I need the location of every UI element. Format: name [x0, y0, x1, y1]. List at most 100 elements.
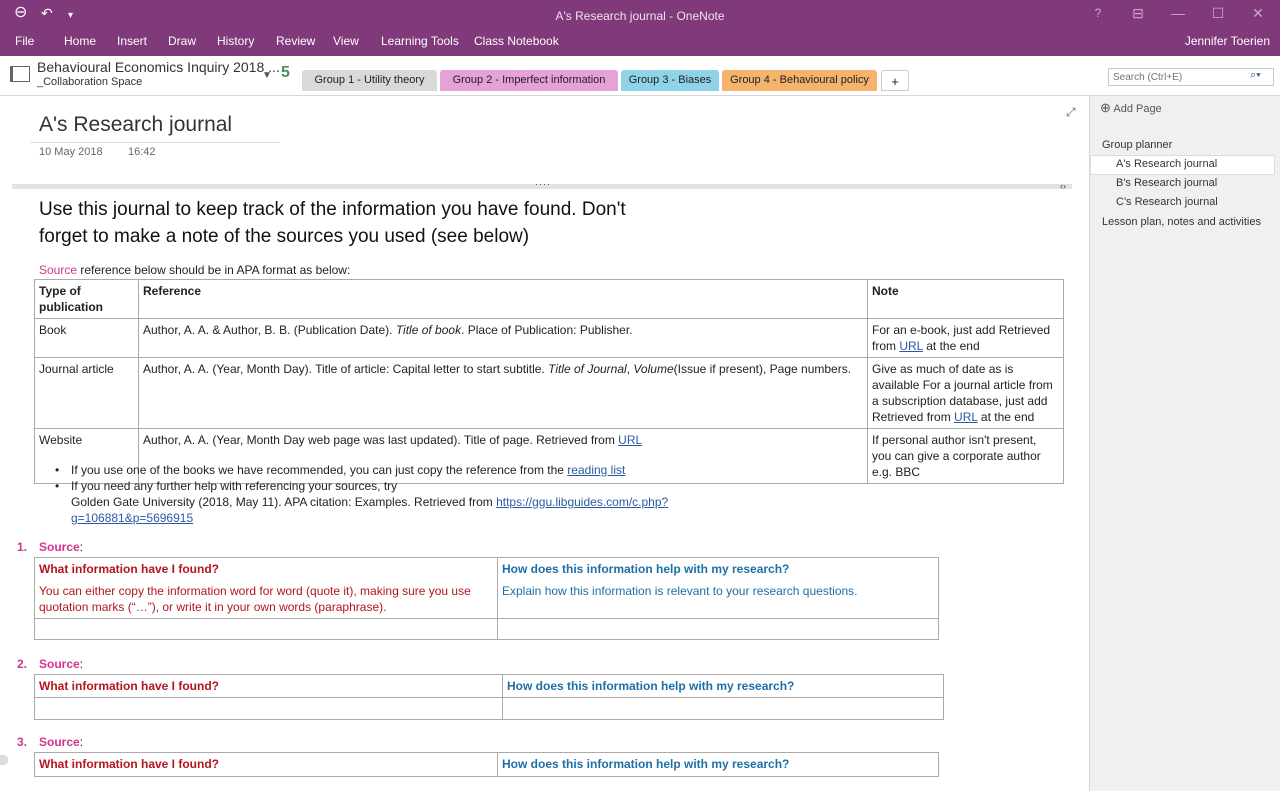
ribbon-display-icon[interactable]: ⊟ [1123, 5, 1153, 22]
reading-list-link[interactable]: reading list [567, 463, 625, 477]
how-help-heading: How does this information help with my r… [502, 562, 790, 576]
page-time: 16:42 [128, 146, 156, 158]
search-icon[interactable]: ⌕▾ [1250, 69, 1261, 82]
how-help-heading: How does this information help with my r… [502, 757, 790, 771]
ref-text: Author, A. A. & Author, B. B. (Publicati… [143, 323, 396, 337]
url-link[interactable]: URL [954, 410, 978, 424]
close-icon[interactable]: ✕ [1243, 5, 1273, 22]
source-1-left-cell[interactable]: What information have I found? You can e… [34, 557, 498, 619]
menu-learning-tools[interactable]: Learning Tools [381, 34, 459, 48]
source-2-left-cell[interactable]: What information have I found? [34, 674, 503, 698]
page-a-research-journal[interactable]: A's Research journal [1116, 158, 1217, 170]
tab-group-4[interactable]: Group 4 - Behavioural policy [722, 70, 877, 91]
page-lesson-plan[interactable]: Lesson plan, notes and activities [1102, 216, 1261, 228]
menu-review[interactable]: Review [276, 34, 315, 48]
source-2-right-cell[interactable]: How does this information help with my r… [502, 674, 944, 698]
add-section-button[interactable]: + [881, 70, 909, 91]
page-c-research-journal[interactable]: C's Research journal [1116, 196, 1218, 208]
menu-view[interactable]: View [333, 34, 359, 48]
cell-note-website[interactable]: If personal author isn't present, you ca… [867, 428, 1064, 484]
cell-type-book[interactable]: Book [34, 318, 139, 358]
table-row: Book Author, A. A. & Author, B. B. (Publ… [34, 318, 1064, 358]
source-1-left-empty[interactable] [34, 618, 498, 640]
source-1-right-empty[interactable] [497, 618, 939, 640]
sync-badge[interactable]: 5 [281, 64, 290, 82]
bullet-icon: • [55, 479, 60, 493]
cell-ref-journal[interactable]: Author, A. A. (Year, Month Day). Title o… [138, 357, 868, 429]
source-number: 3. [17, 735, 28, 749]
note-container-handle[interactable]: ···· [12, 179, 1072, 189]
ref-italic: Volume [633, 362, 674, 376]
page-b-research-journal[interactable]: B's Research journal [1116, 177, 1217, 189]
source-2-right-empty[interactable] [502, 697, 944, 720]
full-page-view-icon[interactable]: ⤢ [1066, 105, 1076, 120]
page-title[interactable]: A's Research journal [39, 113, 232, 137]
list-item[interactable]: • If you use one of the books we have re… [55, 462, 755, 478]
tab-group-2[interactable]: Group 2 - Imperfect information [440, 70, 618, 91]
notebook-name[interactable]: Behavioural Economics Inquiry 2018 ... [37, 59, 280, 75]
url-link[interactable]: URL [618, 433, 642, 447]
header-note[interactable]: Note [867, 279, 1064, 319]
bullet-icon: • [55, 463, 60, 477]
menu-class-notebook[interactable]: Class Notebook [474, 34, 559, 48]
cell-note-book[interactable]: For an e-book, just add Retrieved from U… [867, 318, 1064, 358]
add-page-label: Add Page [1113, 103, 1162, 115]
page-group-planner[interactable]: Group planner [1102, 139, 1172, 151]
what-found-heading: What information have I found? [39, 679, 219, 693]
cell-ref-book[interactable]: Author, A. A. & Author, B. B. (Publicati… [138, 318, 868, 358]
source-3-left-cell[interactable]: What information have I found? [34, 752, 498, 777]
source-3-right-cell[interactable]: How does this information help with my r… [497, 752, 939, 777]
source-note-rest: reference below should be in APA format … [77, 263, 351, 277]
source-1-label[interactable]: 1. Source: [17, 540, 83, 554]
source-1-right-cell[interactable]: How does this information help with my r… [497, 557, 939, 619]
menu-home[interactable]: Home [64, 34, 96, 48]
bullet-text: Golden Gate University (2018, May 11). A… [71, 495, 497, 509]
source-1-table[interactable]: What information have I found? You can e… [34, 557, 939, 640]
header-reference[interactable]: Reference [138, 279, 868, 319]
resize-arrows-icon[interactable]: ‹› [1060, 181, 1066, 191]
title-underline [30, 142, 280, 143]
add-page-button[interactable]: ⊕ Add Page [1100, 100, 1162, 116]
help-button[interactable]: ? [1083, 6, 1113, 20]
source-word: Source [39, 735, 80, 749]
source-3-label[interactable]: 3. Source: [17, 735, 83, 749]
source-2-table[interactable]: What information have I found? How does … [34, 674, 944, 720]
list-item[interactable]: • If you need any further help with refe… [55, 478, 755, 526]
page-canvas[interactable]: A's Research journal 10 May 2018 16:42 ⤢… [0, 96, 1089, 791]
cell-note-journal[interactable]: Give as much of date as is available For… [867, 357, 1064, 429]
menu-draw[interactable]: Draw [168, 34, 196, 48]
ref-italic: Title of Journal [548, 362, 627, 376]
what-found-hint: You can either copy the information word… [39, 584, 471, 614]
bullet-text: If you need any further help with refere… [71, 479, 398, 493]
how-help-heading: How does this information help with my r… [507, 679, 795, 693]
tab-group-3[interactable]: Group 3 - Biases [621, 70, 719, 91]
source-3-table[interactable]: What information have I found? How does … [34, 752, 939, 777]
notebook-dropdown-icon[interactable]: ▼ [262, 70, 272, 81]
ref-italic: Title of book [395, 323, 462, 337]
tab-group-1[interactable]: Group 1 - Utility theory [302, 70, 437, 91]
ribbon-tabs: File Home Insert Draw History Review Vie… [0, 30, 1280, 56]
maximize-icon[interactable]: ☐ [1203, 5, 1233, 22]
url-link[interactable]: URL [899, 339, 923, 353]
minimize-icon[interactable]: — [1163, 5, 1193, 21]
source-format-note[interactable]: Source reference below should be in APA … [39, 263, 350, 277]
menu-insert[interactable]: Insert [117, 34, 147, 48]
header-type[interactable]: Type of publication [34, 279, 139, 319]
left-collapse-handle[interactable] [0, 755, 8, 765]
intro-text[interactable]: Use this journal to keep track of the in… [39, 196, 626, 250]
ggu-link-cont[interactable]: g=106881&p=5696915 [71, 511, 193, 525]
intro-line-2: forget to make a note of the sources you… [39, 226, 530, 247]
drag-handle-icon[interactable]: ···· [535, 179, 551, 189]
source-2-left-empty[interactable] [34, 697, 503, 720]
source-2-label[interactable]: 2. Source: [17, 657, 83, 671]
table-header-row: Type of publication Reference Note [34, 279, 1064, 319]
notebook-icon[interactable] [10, 66, 30, 82]
menu-history[interactable]: History [217, 34, 254, 48]
user-name[interactable]: Jennifer Toerien [1185, 34, 1270, 48]
section-group-name[interactable]: _Collaboration Space [37, 76, 142, 88]
cell-type-journal[interactable]: Journal article [34, 357, 139, 429]
menu-file[interactable]: File [15, 34, 34, 48]
reference-table[interactable]: Type of publication Reference Note Book … [34, 279, 1064, 484]
title-bar: ⊖ ↶ ▾ A's Research journal - OneNote ? ⊟… [0, 0, 1280, 30]
ggu-link[interactable]: https://ggu.libguides.com/c.php? [496, 495, 668, 509]
